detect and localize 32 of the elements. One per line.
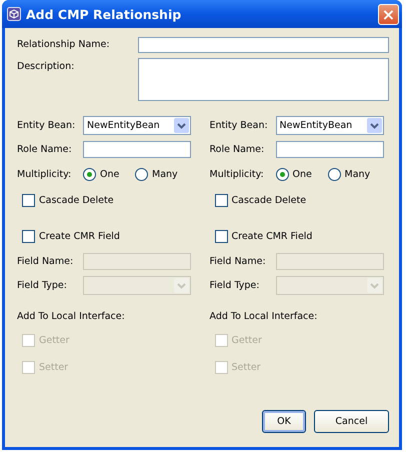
field-label: Description: (17, 60, 76, 72)
field-label: Entity Bean: (210, 120, 269, 130)
dialog-button[interactable]: OK (262, 410, 306, 433)
create-cmr-field-checkbox[interactable]: Create CMR Field (214, 230, 312, 242)
section-label: Add To Local Interface: (17, 310, 125, 322)
field-label: Multiplicity: (17, 168, 72, 180)
window-title: Add CMP Relationship (26, 6, 182, 22)
field-label: Field Name: (17, 256, 74, 266)
section-label: Add To Local Interface: (210, 310, 318, 322)
field-label: Relationship Name: (17, 39, 111, 50)
radio-option[interactable]: One (83, 168, 135, 180)
radio-option[interactable]: One (276, 168, 328, 180)
field-label: Field Type: (210, 280, 260, 290)
field-label: Entity Bean: (17, 120, 76, 130)
description-field[interactable] (138, 58, 389, 101)
field-label: Field Name: (210, 256, 267, 266)
app-icon (7, 7, 21, 21)
field-label: Role Name: (17, 144, 73, 154)
relationship-name-field[interactable] (138, 36, 389, 52)
entity-bean-dropdown[interactable]: NewEntityBean (83, 116, 191, 134)
role-name-field[interactable] (276, 140, 384, 158)
role-name-field[interactable] (83, 140, 191, 158)
create-cmr-field-checkbox[interactable]: Create CMR Field (22, 230, 120, 242)
field-label: Role Name: (210, 144, 266, 154)
cascade-delete-checkbox[interactable]: Cascade Delete (22, 194, 114, 206)
field-label: Multiplicity: (210, 168, 265, 180)
radio-option[interactable]: Many (328, 168, 380, 180)
cascade-delete-checkbox[interactable]: Cascade Delete (214, 194, 306, 206)
field-label: Field Type: (17, 280, 68, 290)
entity-bean-dropdown[interactable]: NewEntityBean (276, 116, 384, 134)
dialog-button[interactable]: Cancel (314, 410, 389, 433)
radio-option[interactable]: Many (135, 168, 187, 180)
